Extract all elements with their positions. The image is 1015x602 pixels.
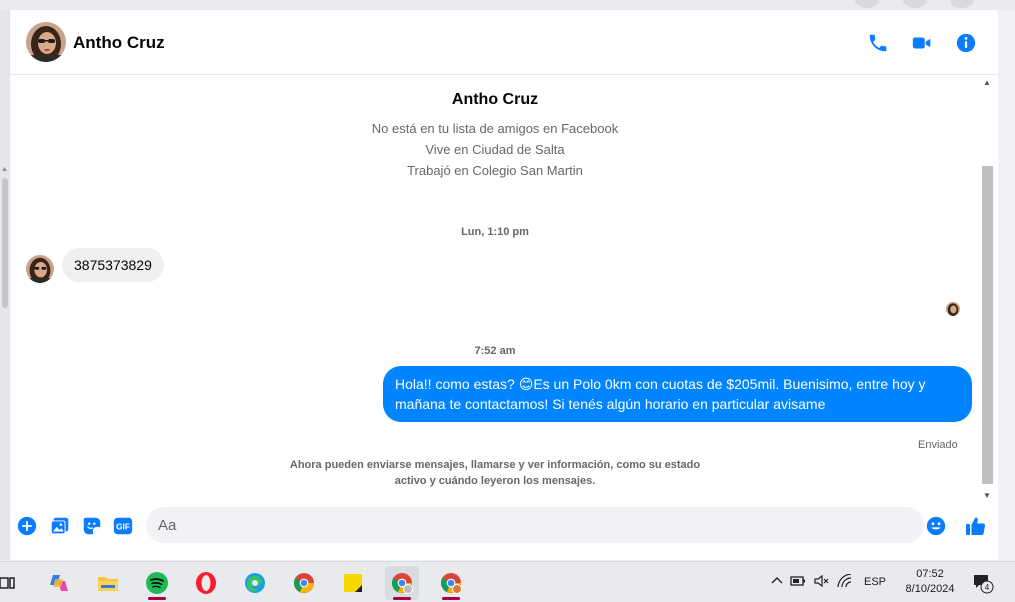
scroll-up-icon[interactable]: ▲ — [1, 166, 8, 173]
opera-icon — [196, 572, 216, 594]
avatar-photo-icon — [946, 302, 960, 316]
chrome-button[interactable] — [287, 566, 321, 600]
sticker-icon — [83, 517, 101, 535]
chat-notice-line: Ahora pueden enviarse mensajes, llamarse… — [289, 459, 701, 471]
chrome-icon — [294, 573, 314, 593]
gif-icon: GIF — [113, 517, 133, 535]
running-indicator — [393, 597, 411, 600]
sticker-button[interactable] — [80, 514, 104, 538]
message-list[interactable]: Antho Cruz No está en tu lista de amigos… — [10, 75, 998, 501]
chrome-profile-icon — [392, 573, 413, 594]
scroll-down-icon[interactable]: ▼ — [983, 491, 991, 500]
profile-info-line: Trabajó en Colegio San Martin — [407, 163, 583, 178]
copilot-icon — [50, 575, 68, 591]
svg-text:GIF: GIF — [116, 523, 130, 532]
video-call-button[interactable] — [909, 30, 935, 56]
message-composer: GIF — [10, 504, 998, 560]
video-camera-icon — [912, 37, 931, 49]
chevron-up-icon — [771, 576, 783, 583]
browser-button[interactable] — [903, 0, 927, 8]
running-indicator — [148, 597, 166, 600]
right-panel — [998, 10, 1015, 560]
battery-plug-icon — [790, 575, 805, 586]
outgoing-message-bubble[interactable]: Hola!! como estas? 😊Es un Polo 0km con c… — [383, 366, 972, 422]
taskbar-clock[interactable]: 07:52 8/10/2024 — [896, 567, 964, 597]
chrome-profile-icon — [441, 573, 462, 594]
avatar-photo-icon — [26, 22, 66, 62]
copilot-button[interactable] — [42, 566, 76, 600]
notification-count: 4 — [985, 583, 990, 592]
spotify-icon — [146, 572, 168, 594]
volume-tray-button[interactable] — [810, 574, 832, 591]
volume-muted-icon — [814, 574, 829, 587]
taskbar: ESP 07:52 8/10/2024 4 — [0, 561, 1015, 602]
network-tray-button[interactable] — [832, 572, 858, 591]
profile-info-line: Vive en Ciudad de Salta — [425, 142, 565, 157]
show-hidden-icons-button[interactable] — [770, 575, 784, 590]
message-input[interactable] — [146, 507, 924, 543]
browser-button[interactable] — [950, 0, 974, 8]
avatar-photo-icon — [26, 255, 54, 283]
browser-button[interactable] — [855, 0, 879, 8]
edge-button[interactable] — [238, 566, 272, 600]
scrollbar-thumb[interactable] — [982, 166, 993, 484]
battery-tray-button[interactable] — [784, 575, 810, 590]
attach-photo-button[interactable] — [48, 514, 72, 538]
profile-name: Antho Cruz — [451, 91, 539, 108]
image-gallery-icon — [50, 517, 69, 535]
info-icon — [956, 33, 976, 53]
chat-notice: Ahora pueden enviarse mensajes, llamarse… — [270, 457, 720, 489]
chrome-profile-2-button[interactable] — [434, 566, 468, 600]
browser-top-strip — [0, 0, 1015, 10]
left-scrollbar-thumb[interactable] — [2, 178, 8, 308]
notification-icon: 4 — [974, 575, 994, 594]
system-tray: ESP — [770, 562, 892, 602]
plus-circle-icon — [17, 516, 37, 536]
message-timestamp: 7:52 am — [474, 345, 516, 357]
more-actions-button[interactable] — [15, 514, 39, 538]
wifi-icon — [837, 572, 852, 587]
task-view-button[interactable] — [0, 566, 24, 600]
like-button[interactable] — [964, 514, 988, 538]
edge-icon — [245, 573, 265, 593]
scroll-up-icon[interactable]: ▲ — [983, 78, 991, 87]
incoming-message-bubble[interactable]: 3875373829 — [62, 248, 164, 282]
sticky-notes-button[interactable] — [336, 566, 370, 600]
clock-date: 8/10/2024 — [905, 583, 955, 595]
read-receipt-avatar — [946, 302, 960, 316]
conversation-info-button[interactable] — [953, 30, 979, 56]
notification-center-button[interactable]: 4 — [972, 572, 994, 594]
message-list-scrollbar[interactable]: ▲ ▼ — [980, 78, 994, 500]
input-language-indicator[interactable]: ESP — [858, 576, 892, 588]
chat-notice-line: activo y cuándo leyeron los mensajes. — [394, 475, 596, 487]
contact-avatar[interactable] — [26, 22, 66, 62]
emoji-button[interactable] — [924, 514, 948, 538]
thumbs-up-icon — [966, 517, 986, 535]
folder-icon — [98, 577, 118, 591]
phone-icon — [869, 34, 887, 52]
left-scrollbar[interactable]: ▲ — [0, 10, 10, 560]
smiley-icon — [926, 516, 946, 536]
gif-button[interactable]: GIF — [111, 514, 135, 538]
sent-status: Enviado — [918, 439, 958, 451]
clock-time: 07:52 — [916, 568, 944, 580]
profile-info-line: No está en tu lista de amigos en Faceboo… — [371, 121, 619, 136]
chat-window: Antho Cruz Antho Cruz No está en tu list… — [10, 10, 998, 560]
chat-header: Antho Cruz — [10, 10, 998, 75]
opera-button[interactable] — [189, 566, 223, 600]
spotify-button[interactable] — [140, 566, 174, 600]
sticky-note-icon — [344, 574, 362, 592]
task-view-icon — [0, 577, 15, 589]
contact-name[interactable]: Antho Cruz — [73, 33, 165, 53]
file-explorer-button[interactable] — [91, 566, 125, 600]
sender-avatar[interactable] — [26, 255, 54, 283]
message-timestamp: Lun, 1:10 pm — [461, 226, 529, 238]
running-indicator — [442, 597, 460, 600]
chrome-profile-1-button[interactable] — [385, 566, 419, 600]
voice-call-button[interactable] — [865, 30, 891, 56]
